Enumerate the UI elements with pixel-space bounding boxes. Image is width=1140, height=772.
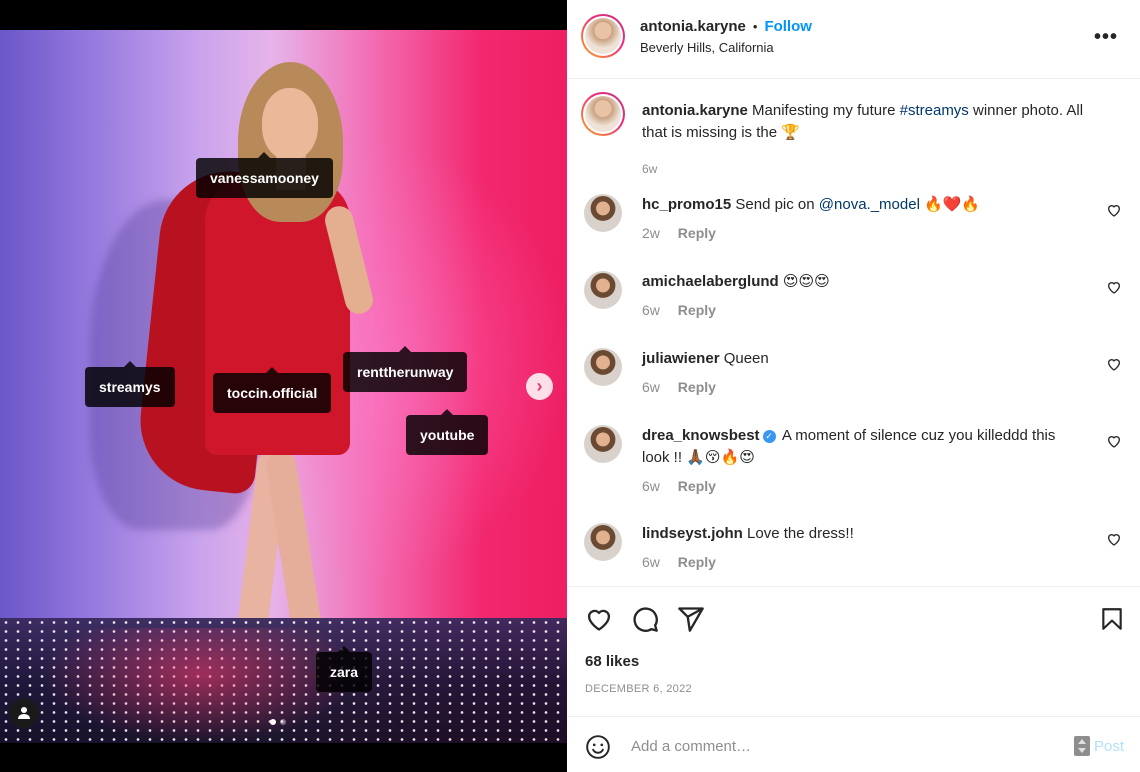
carousel-indicator [270, 719, 286, 725]
post-actions: 68 likes DECEMBER 6, 2022 [567, 586, 1140, 716]
commenter-username[interactable]: hc_promo15 [642, 196, 731, 213]
reply-button[interactable]: Reply [678, 302, 716, 318]
reply-button[interactable]: Reply [678, 554, 716, 570]
more-options-button[interactable]: ••• [1094, 26, 1118, 49]
tag-label: vanessamooney [210, 170, 319, 186]
caption-username[interactable]: antonia.karyne [642, 102, 748, 119]
comment-text: Love the dress!! [747, 525, 854, 542]
comment-emoji: 🔥❤️🔥 [924, 196, 981, 213]
comment-like-icon[interactable] [1106, 531, 1122, 547]
post-comment-button[interactable]: Post [1073, 736, 1124, 756]
paper-plane-icon[interactable] [677, 605, 705, 633]
comment-text: Queen [723, 350, 769, 367]
comment-time[interactable]: 6w [642, 302, 660, 318]
comment-emoji: 🙏🏾😚🔥😍 [686, 449, 755, 466]
post-label: Post [1093, 737, 1124, 755]
tag-label: toccin.official [227, 385, 318, 401]
tag-pointer [266, 367, 279, 373]
commenter-username[interactable]: lindseyst.john [642, 525, 743, 542]
caption-time[interactable]: 6w [642, 162, 657, 176]
location-link[interactable]: Beverly Hills, California [640, 40, 812, 55]
comment-bubble-icon[interactable] [631, 605, 659, 633]
comment-input[interactable] [631, 734, 1051, 758]
carousel-next-button[interactable]: › [526, 373, 553, 400]
caption-author-avatar[interactable] [581, 92, 625, 136]
comment-like-icon[interactable] [1106, 433, 1122, 449]
commenter-avatar[interactable] [584, 271, 622, 309]
comment-time[interactable]: 6w [642, 554, 660, 570]
resize-grip-icon [1073, 736, 1090, 756]
reply-button[interactable]: Reply [678, 478, 716, 494]
product-tag-vanessamooney[interactable]: vanessamooney [196, 152, 333, 198]
like-count[interactable]: 68 likes [585, 653, 639, 670]
tag-label: youtube [420, 427, 475, 443]
tag-pointer [258, 152, 271, 158]
post-sidebar: antonia.karyne • Follow Beverly Hills, C… [567, 0, 1140, 772]
face [262, 88, 318, 160]
tag-pointer [399, 346, 412, 352]
verified-badge-icon: ✓ [762, 430, 776, 443]
product-tag-youtube[interactable]: youtube [406, 409, 489, 455]
like-heart-icon[interactable] [585, 605, 613, 633]
reply-button[interactable]: Reply [678, 379, 716, 395]
follow-button[interactable]: Follow [764, 18, 812, 35]
comment-text: Send pic on [735, 196, 815, 213]
commenter-avatar[interactable] [584, 523, 622, 561]
comment-like-icon[interactable] [1106, 356, 1122, 372]
separator-dot: • [752, 19, 758, 34]
tag-label: zara [330, 664, 359, 680]
author-avatar[interactable] [581, 14, 625, 58]
comments-list[interactable]: antonia.karyne Manifesting my future #st… [567, 80, 1140, 586]
smiley-icon[interactable] [585, 734, 611, 760]
tag-label: streamys [99, 379, 161, 395]
tag-pointer [441, 409, 454, 415]
ellipsis-icon: ••• [1093, 26, 1118, 48]
post-media: vanessamooney streamys toccin.official r… [0, 0, 567, 772]
chevron-right-icon: › [536, 376, 543, 396]
tagged-users-button[interactable] [9, 698, 39, 728]
bookmark-icon[interactable] [1099, 605, 1125, 633]
commenter-username[interactable]: juliawiener [642, 350, 720, 367]
floor-glow [40, 628, 360, 743]
trophy-emoji: 🏆 [781, 124, 800, 141]
product-tag-zara[interactable]: zara [316, 646, 373, 692]
commenter-avatar[interactable] [584, 348, 622, 386]
carousel-dot [280, 719, 286, 725]
comment-time[interactable]: 2w [642, 225, 660, 241]
comment-time[interactable]: 6w [642, 478, 660, 494]
tag-label: renttherunway [357, 364, 454, 380]
person-icon [18, 707, 30, 719]
post-date: DECEMBER 6, 2022 [585, 683, 692, 695]
reply-button[interactable]: Reply [678, 225, 716, 241]
product-tag-renttherunway[interactable]: renttherunway [343, 346, 468, 392]
post-header: antonia.karyne • Follow Beverly Hills, C… [567, 0, 1140, 79]
product-tag-streamys[interactable]: streamys [85, 361, 175, 407]
comment-like-icon[interactable] [1106, 279, 1122, 295]
author-username[interactable]: antonia.karyne [640, 18, 746, 35]
add-comment-bar: Post [567, 716, 1140, 772]
mention-link[interactable]: @nova._model [819, 196, 920, 213]
comment-like-icon[interactable] [1106, 202, 1122, 218]
comment-emoji: 😍😍😍 [782, 273, 830, 290]
tag-pointer [123, 361, 136, 367]
product-tag-toccin[interactable]: toccin.official [213, 367, 332, 413]
carousel-dot-active [270, 719, 276, 725]
commenter-avatar[interactable] [584, 425, 622, 463]
caption-text-start: Manifesting my future [752, 102, 896, 119]
comment-time[interactable]: 6w [642, 379, 660, 395]
commenter-avatar[interactable] [584, 194, 622, 232]
commenter-username[interactable]: drea_knowsbest [642, 427, 760, 444]
commenter-username[interactable]: amichaelaberglund [642, 273, 779, 290]
tag-pointer [338, 646, 351, 652]
hashtag-link[interactable]: #streamys [900, 102, 969, 119]
